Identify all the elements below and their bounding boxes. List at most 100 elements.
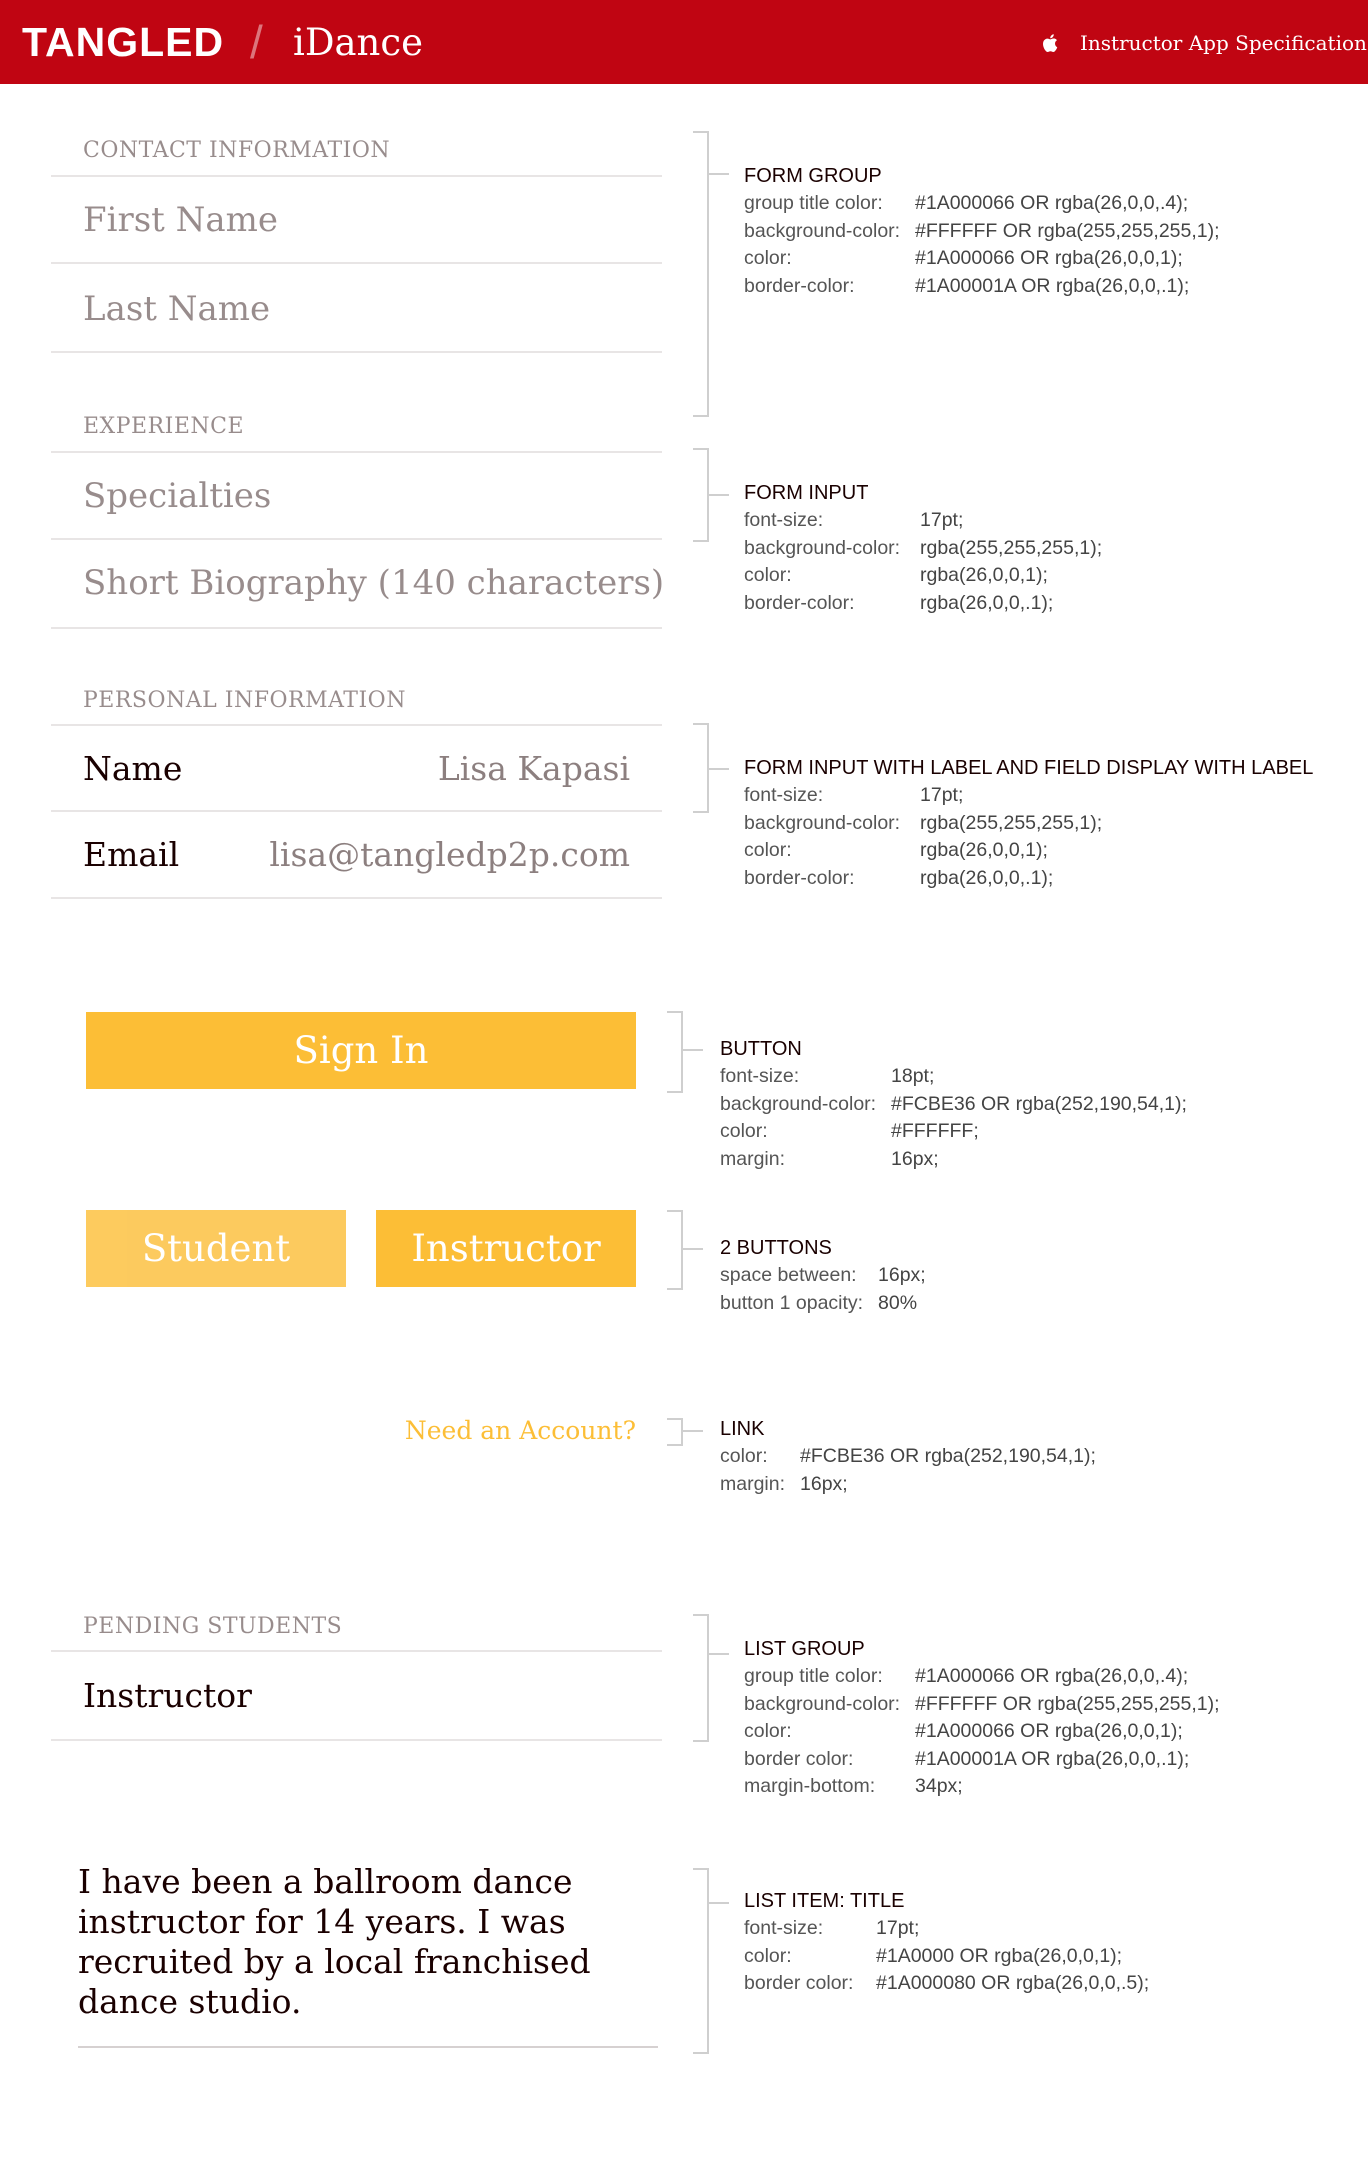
first-name-field[interactable]: First Name	[83, 200, 278, 240]
spec-value: 17pt;	[920, 509, 964, 531]
spec-value: #FFFFFF;	[891, 1120, 979, 1142]
spec-button: BUTTON font-size: 18pt; background-color:…	[720, 1036, 1187, 1173]
spec-key: font-size:	[744, 784, 824, 806]
spec-value: #FCBE36 OR rgba(252,190,54,1);	[800, 1445, 1096, 1467]
spec-key: color:	[744, 1720, 792, 1742]
spec-key: group title color:	[744, 1665, 883, 1687]
divider	[51, 351, 662, 353]
sign-in-button[interactable]: Sign In	[86, 1012, 636, 1089]
spec-value: #1A00001A OR rgba(26,0,0,.1);	[915, 274, 1190, 297]
spec-key: group title color:	[744, 192, 883, 214]
spec-title: LIST GROUP	[744, 1638, 865, 1660]
spec-value: #1A000080 OR rgba(26,0,0,.5);	[876, 1972, 1150, 1994]
divider	[51, 627, 662, 629]
spec-key: background-color:	[744, 1692, 901, 1715]
name-label: Name	[83, 749, 183, 788]
spec-value: 17pt;	[876, 1917, 920, 1939]
pending-list-item[interactable]: Instructor	[83, 1676, 252, 1716]
spec-bracket	[693, 723, 709, 813]
spec-bracket-tick	[709, 173, 729, 175]
group-title-personal: PERSONAL INFORMATION	[83, 688, 406, 713]
spec-value: #FFFFFF OR rgba(255,255,255,1);	[915, 1692, 1220, 1715]
spec-key: color:	[720, 1120, 768, 1142]
name-value[interactable]: Lisa Kapasi	[330, 749, 630, 789]
biography-text: I have been a ballroom dance instructor …	[78, 1862, 591, 2021]
spec-value: 17pt;	[920, 784, 964, 806]
spec-bracket-tick	[683, 1248, 703, 1250]
divider	[78, 2046, 658, 2048]
divider	[51, 262, 662, 264]
spec-form-input-with-label: FORM INPUT WITH LABEL AND FIELD DISPLAY …	[744, 755, 1313, 892]
spec-title: 2 BUTTONS	[720, 1237, 832, 1259]
spec-list-group: LIST GROUP group title color: #1A000066 O…	[744, 1636, 1220, 1801]
spec-value: #1A00001A OR rgba(26,0,0,.1);	[915, 1747, 1190, 1770]
spec-value: 34px;	[915, 1775, 963, 1797]
spec-key: border-color:	[744, 274, 855, 297]
spec-key: background-color:	[744, 536, 901, 559]
group-title-experience: EXPERIENCE	[83, 414, 245, 439]
spec-bracket	[693, 131, 709, 417]
spec-value: #1A000066 OR rgba(26,0,0,1);	[915, 1720, 1183, 1742]
divider	[51, 1650, 662, 1652]
spec-bracket	[667, 1210, 683, 1290]
spec-two-buttons: 2 BUTTONS space between: 16px; button 1 o…	[720, 1235, 926, 1317]
spec-bracket	[693, 1614, 709, 1742]
spec-value: #FFFFFF OR rgba(255,255,255,1);	[915, 219, 1220, 242]
divider	[51, 451, 662, 453]
spec-key: border color:	[744, 1972, 854, 1994]
divider	[51, 897, 662, 899]
spec-title: BUTTON	[720, 1038, 802, 1060]
spec-key: border-color:	[744, 866, 855, 889]
email-label: Email	[83, 835, 180, 874]
spec-form-input: FORM INPUT font-size: 17pt; background-co…	[744, 480, 1102, 617]
student-button[interactable]: Student	[86, 1210, 346, 1287]
brand-separator: /	[250, 16, 263, 68]
app-header: TANGLED / iDance Instructor App Specific…	[0, 0, 1368, 84]
spec-key: color:	[744, 564, 792, 586]
spec-bracket-tick	[683, 1430, 703, 1432]
spec-value: 80%	[878, 1291, 918, 1314]
spec-value: #1A0000 OR rgba(26,0,0,1);	[876, 1944, 1123, 1967]
spec-key: background-color:	[744, 219, 901, 242]
spec-bracket-tick	[709, 768, 729, 770]
spec-bracket-tick	[709, 1653, 729, 1655]
spec-title: FORM GROUP	[744, 165, 882, 187]
spec-value: #1A000066 OR rgba(26,0,0,.4);	[915, 1665, 1189, 1687]
brand-logo[interactable]: TANGLED	[22, 20, 224, 64]
spec-key: margin:	[720, 1472, 786, 1495]
spec-value: #FCBE36 OR rgba(252,190,54,1);	[891, 1092, 1187, 1115]
group-title-pending: PENDING STUDENTS	[83, 1614, 343, 1639]
last-name-field[interactable]: Last Name	[83, 289, 270, 329]
need-account-link[interactable]: Need an Account?	[336, 1416, 636, 1446]
spec-value: #1A000066 OR rgba(26,0,0,.4);	[915, 192, 1189, 214]
email-value[interactable]: lisa@tangledp2p.com	[230, 835, 630, 875]
specialties-field[interactable]: Specialties	[83, 476, 271, 516]
spec-value: rgba(26,0,0,1);	[920, 564, 1048, 586]
spec-bracket-tick	[683, 1049, 703, 1051]
spec-key: margin-bottom:	[744, 1775, 876, 1797]
spec-value: rgba(255,255,255,1);	[920, 536, 1103, 559]
spec-title: LIST ITEM: TITLE	[744, 1890, 905, 1912]
spec-key: color:	[744, 247, 792, 269]
spec-key: margin:	[720, 1147, 786, 1170]
spec-value: rgba(26,0,0,.1);	[920, 591, 1054, 614]
header-title: Instructor App Specifications	[1080, 31, 1368, 55]
spec-form-group: FORM GROUP group title color: #1A000066 O…	[744, 163, 1220, 300]
spec-key: background-color:	[744, 811, 901, 834]
spec-value: rgba(255,255,255,1);	[920, 811, 1103, 834]
divider	[51, 724, 662, 726]
apple-icon	[1043, 34, 1058, 52]
divider	[51, 810, 662, 812]
spec-key: border color:	[744, 1747, 854, 1770]
spec-value: 16px;	[800, 1472, 848, 1495]
instructor-button[interactable]: Instructor	[376, 1210, 636, 1287]
spec-value: 16px;	[878, 1264, 926, 1286]
spec-bracket	[667, 1418, 683, 1446]
spec-link: LINK color: #FCBE36 OR rgba(252,190,54,1)…	[720, 1416, 1096, 1498]
spec-bracket-tick	[709, 494, 729, 496]
short-bio-field[interactable]: Short Biography (140 characters)	[83, 563, 664, 603]
spec-value: #1A000066 OR rgba(26,0,0,1);	[915, 247, 1183, 269]
app-name: iDance	[293, 21, 424, 64]
spec-key: font-size:	[744, 509, 824, 531]
spec-key: background-color:	[720, 1092, 877, 1115]
